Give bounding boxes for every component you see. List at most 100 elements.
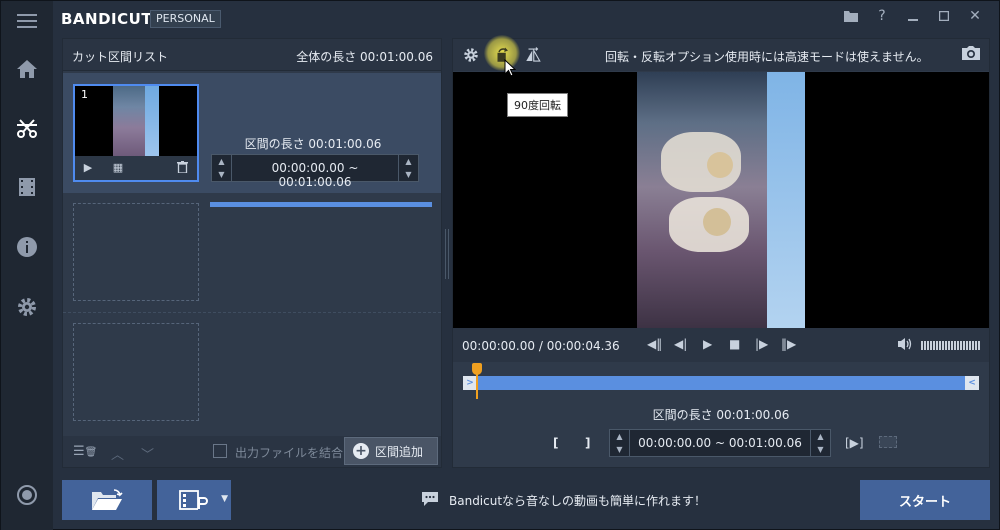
range-separator: ~	[348, 161, 359, 175]
nav-rail	[1, 1, 53, 530]
total-length: 全体の長さ 00:01:00.06	[296, 50, 433, 64]
chevron-down-icon[interactable]: ▼	[212, 168, 231, 181]
play-icon[interactable]: ▶	[81, 161, 95, 175]
rotate-tooltip: 90度回転	[507, 93, 568, 117]
grid-icon[interactable]: ▦	[111, 161, 125, 175]
preview-range-end[interactable]: 00:01:00.06	[729, 436, 802, 450]
record-icon[interactable]	[1, 475, 53, 515]
playback-controls: 00:00:00.00 / 00:00:04.36 ◀‖ ◀| ▶ ■ |▶ ‖…	[453, 328, 989, 362]
play-icon[interactable]: ▶	[703, 337, 712, 351]
thumbnail-sky	[145, 86, 159, 156]
segment-list-header: カット区間リスト 全体の長さ 00:01:00.06	[63, 39, 441, 71]
start-stepper[interactable]: ▲ ▼	[610, 430, 630, 456]
chevron-up-icon[interactable]: ▲	[399, 155, 418, 168]
app-brand: BANDICUT	[61, 10, 153, 28]
timeline-start-handle[interactable]: >	[463, 376, 477, 390]
edition-badge: PERSONAL	[150, 10, 221, 28]
home-icon[interactable]	[1, 49, 53, 89]
merge-files-checkbox[interactable]	[213, 444, 227, 458]
chat-icon	[421, 491, 439, 510]
segment-thumbnail[interactable]: 1 ▶ ▦	[73, 84, 199, 182]
cut-icon[interactable]	[1, 108, 53, 148]
range-end[interactable]: 00:01:00.06	[279, 175, 352, 189]
help-icon[interactable]: ?	[868, 5, 896, 27]
info-icon[interactable]	[1, 227, 53, 267]
close-icon[interactable]: ✕	[961, 5, 989, 27]
chevron-up-icon[interactable]: ▲	[811, 430, 830, 443]
range-text[interactable]: 00:00:00.00 ~ 00:01:00.06	[234, 161, 396, 189]
volume-icon[interactable]	[897, 337, 913, 354]
menu-icon[interactable]	[1, 1, 53, 41]
segment-row[interactable]: 1 ▶ ▦ 区間の長さ 00:01:00.06 ▲ ▼ 00:00:00.00	[63, 73, 441, 207]
time-readout: 00:00:00.00 / 00:00:04.36	[462, 339, 620, 353]
panel-splitter[interactable]	[445, 229, 449, 279]
chevron-down-icon[interactable]: ▼	[610, 443, 629, 456]
tip-message: Bandicutなら音なしの動画も簡単に作れます！	[449, 494, 707, 508]
merge-files-label: 出力ファイルを結合	[235, 446, 344, 460]
trash-icon[interactable]	[175, 161, 189, 175]
move-up-icon[interactable]: ︿	[111, 444, 124, 463]
range-start[interactable]: 00:00:00.00	[272, 161, 345, 175]
preview-range-text[interactable]: 00:00:00.00 ~ 00:01:00.06	[632, 436, 808, 450]
segment-end-marker[interactable]	[879, 436, 897, 448]
minimize-icon[interactable]	[899, 5, 927, 27]
playhead-line	[476, 373, 478, 399]
start-stepper[interactable]: ▲ ▼	[212, 155, 232, 181]
time-separator: /	[538, 339, 543, 353]
film-settings-icon	[179, 490, 208, 510]
empty-segment-slot[interactable]	[73, 203, 199, 301]
camera-icon[interactable]	[961, 45, 981, 64]
mouse-cursor-icon	[504, 58, 517, 80]
app-window: BANDICUT PERSONAL ? ✕ カット区間リスト 全体の長さ 00:…	[0, 0, 1000, 530]
stop-icon[interactable]: ■	[729, 337, 740, 351]
segment-list-panel: カット区間リスト 全体の長さ 00:01:00.06 1 ▶ ▦ 区間の長さ 0…	[62, 38, 442, 468]
flip-icon[interactable]	[523, 45, 543, 65]
move-down-icon[interactable]: ﹀	[141, 444, 154, 463]
title-bar: BANDICUT PERSONAL ? ✕	[53, 1, 999, 37]
segment-list-footer: ☰🗑 ︿ ﹀ 出力ファイルを結合 + 区間追加	[63, 436, 441, 467]
next-segment-icon[interactable]: ‖▶	[781, 337, 796, 351]
end-stepper[interactable]: ▲ ▼	[398, 155, 418, 181]
segment-range-field[interactable]: ▲ ▼ 00:00:00.00 ~ 00:01:00.06 ▲ ▼	[211, 154, 419, 189]
set-start-bracket-icon[interactable]: [	[553, 436, 558, 450]
set-end-bracket-icon[interactable]: ]	[585, 436, 590, 450]
thumbnail-toolbar: ▶ ▦	[75, 156, 197, 180]
settings-gear-icon[interactable]	[461, 45, 481, 65]
prev-segment-icon[interactable]: ◀‖	[647, 337, 662, 351]
delete-all-icon[interactable]: ☰🗑	[73, 444, 97, 459]
segment-progress-bar	[210, 202, 432, 207]
settings-gear-icon[interactable]	[1, 287, 53, 327]
maximize-icon[interactable]	[930, 5, 958, 27]
play-segment-icon[interactable]: [▶]	[845, 436, 864, 450]
open-file-button[interactable]	[62, 480, 152, 520]
folder-icon[interactable]	[837, 5, 865, 27]
fast-mode-warning: 回転・反転オプション使用時には高速モードは使えません。	[605, 50, 929, 64]
chevron-down-icon[interactable]: ▼	[399, 168, 418, 181]
add-segment-button[interactable]: + 区間追加	[344, 437, 438, 465]
frame-sky	[767, 72, 805, 328]
volume-slider[interactable]	[921, 341, 981, 350]
chevron-up-icon[interactable]: ▲	[212, 155, 231, 168]
duration: 00:00:04.36	[546, 339, 620, 353]
timeline-end-handle[interactable]: <	[965, 376, 979, 390]
prev-frame-icon[interactable]: ◀|	[674, 337, 687, 351]
chevron-down-icon[interactable]: ▼	[811, 443, 830, 456]
end-stepper[interactable]: ▲ ▼	[810, 430, 830, 456]
preview-segment-length: 区間の長さ 00:01:00.06	[652, 408, 790, 422]
preview-panel: 回転・反転オプション使用時には高速モードは使えません。 90度回転 00:00:…	[452, 35, 990, 468]
timeline-track[interactable]: > <	[463, 376, 979, 390]
preview-range-start[interactable]: 00:00:00.00	[638, 436, 711, 450]
folder-open-icon	[92, 489, 123, 510]
encoding-settings-button[interactable]: ▼	[157, 480, 231, 520]
add-segment-label: 区間追加	[375, 444, 424, 459]
segment-list-title: カット区間リスト	[72, 50, 169, 64]
preview-toolbar: 回転・反転オプション使用時には高速モードは使えません。	[453, 35, 989, 71]
empty-segment-slot[interactable]	[73, 323, 199, 421]
next-frame-icon[interactable]: |▶	[755, 337, 768, 351]
preview-range-field[interactable]: ▲ ▼ 00:00:00.00 ~ 00:01:00.06 ▲ ▼	[609, 429, 831, 457]
slot-divider	[63, 312, 441, 313]
start-button[interactable]: スタート	[860, 480, 990, 520]
chevron-up-icon[interactable]: ▲	[610, 430, 629, 443]
film-icon[interactable]	[1, 167, 53, 207]
chevron-down-icon[interactable]: ▼	[221, 494, 228, 504]
